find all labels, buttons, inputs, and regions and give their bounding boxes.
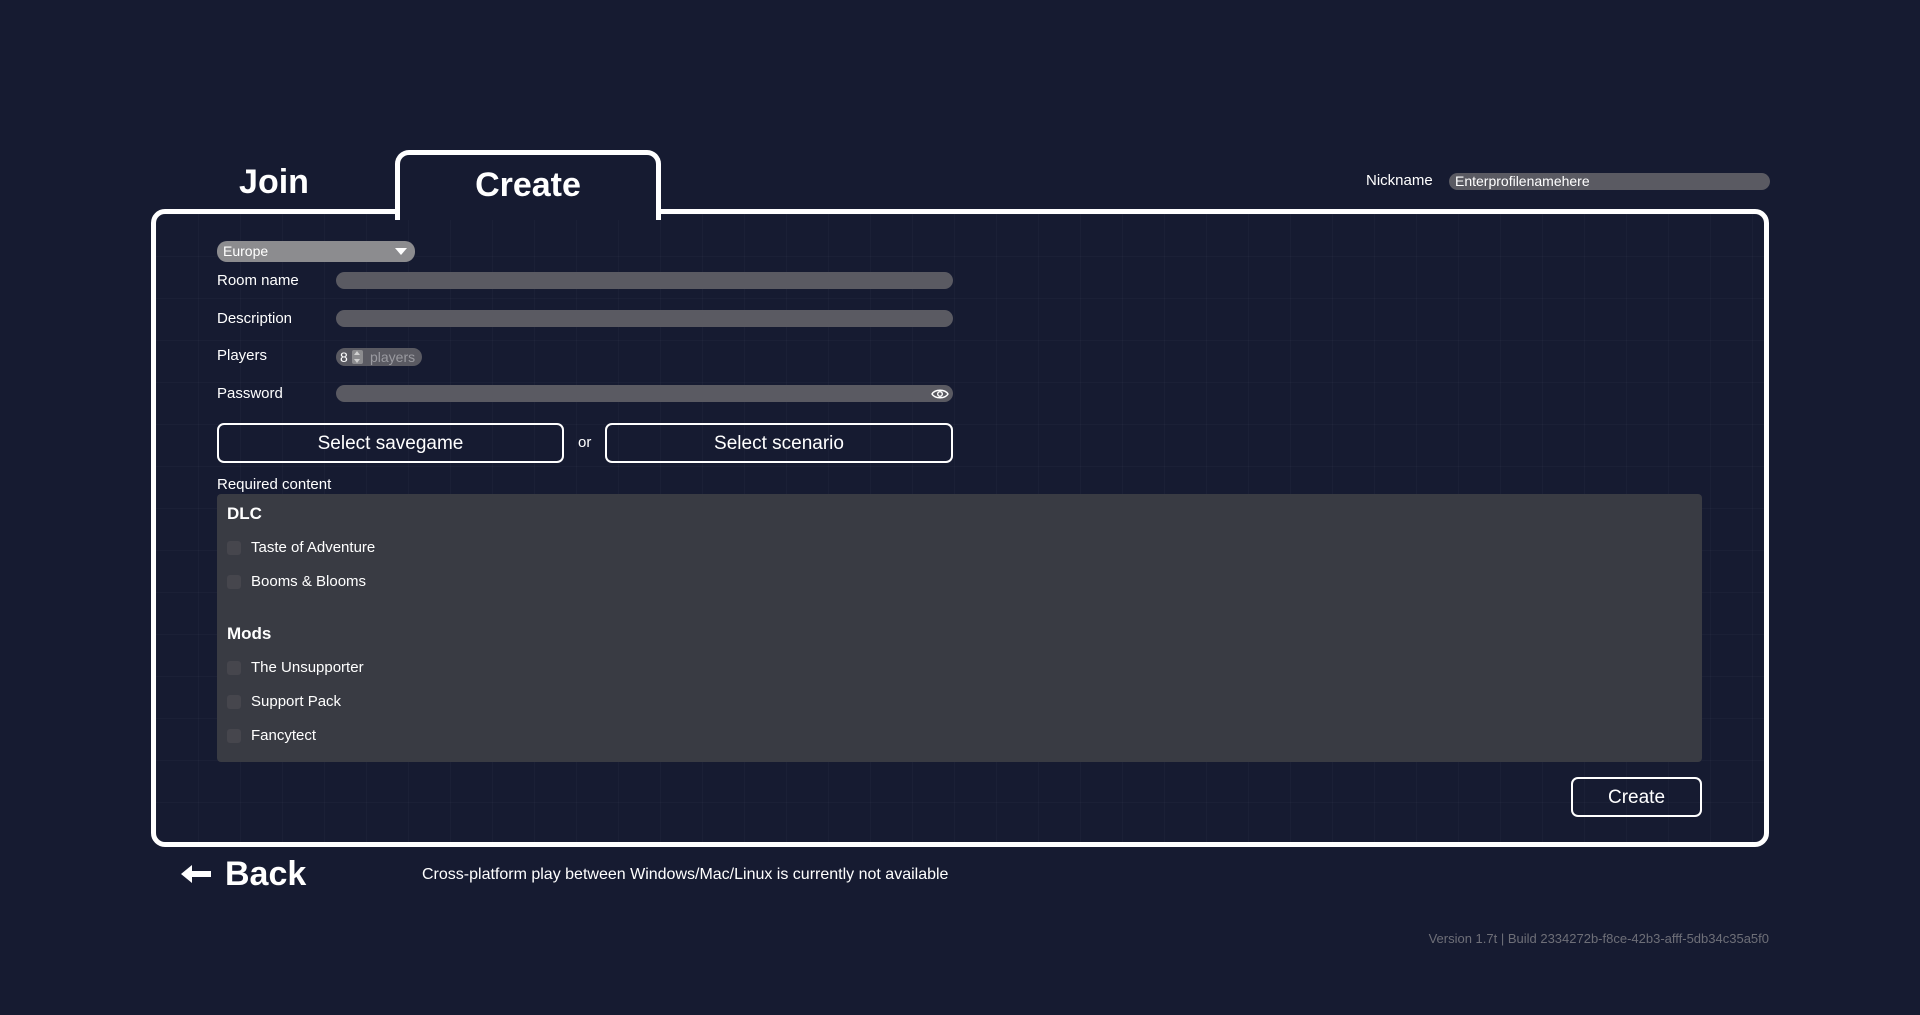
mods-title: Mods [227,624,272,643]
password-label: Password [217,385,283,402]
checkbox[interactable] [227,729,241,743]
version-info: Version 1.7t | Build 2334272b-f8ce-42b3-… [1428,931,1769,946]
create-button[interactable]: Create [1571,777,1702,817]
arrow-left-icon [181,865,211,883]
checkbox[interactable] [227,541,241,555]
checkbox[interactable] [227,575,241,589]
eye-icon[interactable] [931,388,949,400]
password-input[interactable] [336,385,953,402]
description-label: Description [217,310,293,327]
players-label: Players [217,347,268,364]
nickname-input[interactable] [1449,173,1770,190]
required-content-box: DLC Taste of Adventure Booms & Blooms Mo… [217,494,1702,762]
region-value: Europe [223,243,269,259]
dlc-item-label: Taste of Adventure [251,539,376,556]
or-label: or [578,434,592,451]
dlc-title: DLC [227,504,262,523]
players-count[interactable]: 8 [340,348,348,366]
checkbox[interactable] [227,695,241,709]
required-content-label: Required content [217,476,332,493]
room-name-label: Room name [217,272,299,289]
region-dropdown[interactable]: Europe [217,241,415,262]
mod-item-label: The Unsupporter [251,659,364,676]
room-name-input[interactable] [336,272,953,289]
select-savegame-button[interactable]: Select savegame [217,423,564,463]
mod-item-label: Support Pack [251,693,342,710]
tab-create[interactable]: Create [395,150,661,220]
dlc-item-label: Booms & Blooms [251,573,367,590]
description-input[interactable] [336,310,953,327]
players-spinner[interactable] [352,350,363,364]
back-label: Back [225,855,307,893]
checkbox[interactable] [227,661,241,675]
chevron-down-icon [395,248,407,255]
select-scenario-button[interactable]: Select scenario [605,423,953,463]
nickname-label: Nickname [1366,172,1433,189]
players-unit: players [370,349,416,365]
crossplay-notice: Cross-platform play between Windows/Mac/… [422,866,949,883]
mod-item-label: Fancytect [251,727,317,744]
players-stepper[interactable]: 8 players [336,348,422,366]
tab-join[interactable]: Join [198,154,350,210]
